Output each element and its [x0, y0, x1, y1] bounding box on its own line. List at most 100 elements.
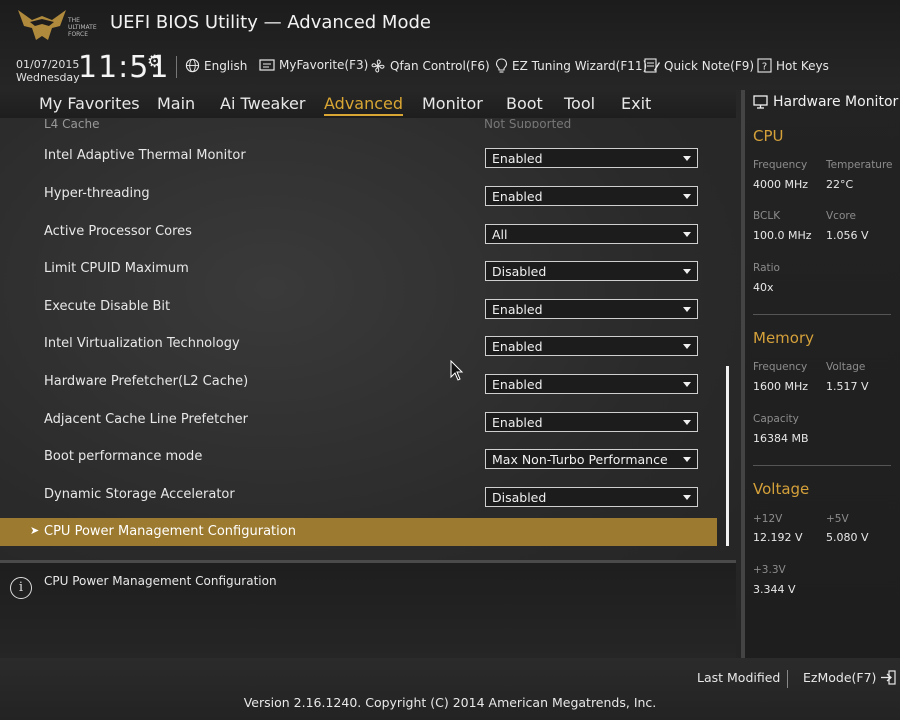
tab-my-favorites[interactable]: My Favorites: [39, 94, 140, 113]
setting-label: Intel Virtualization Technology: [44, 336, 240, 351]
header-bar: THE ULTIMATE FORCE UEFI BIOS Utility — A…: [0, 0, 900, 90]
setting-label: Limit CPUID Maximum: [44, 261, 189, 276]
setting-label: Adjacent Cache Line Prefetcher: [44, 412, 248, 427]
language-button[interactable]: English: [185, 58, 247, 73]
memory-frequency-value: 1600 MHz: [753, 380, 809, 393]
dropdown-value: Enabled: [492, 415, 543, 430]
tab-main[interactable]: Main: [157, 94, 195, 113]
setting-dropdown[interactable]: Enabled: [485, 148, 698, 168]
qfan-control-button[interactable]: Qfan Control(F6): [370, 58, 490, 74]
setting-dropdown[interactable]: Enabled: [485, 186, 698, 206]
app-title: UEFI BIOS Utility — Advanced Mode: [110, 12, 431, 33]
chevron-down-icon: [683, 194, 691, 199]
v12-value: 12.192 V: [753, 531, 803, 544]
fan-icon: [371, 59, 385, 73]
dropdown-value: Disabled: [492, 490, 547, 505]
qfan-label: Qfan Control(F6): [390, 59, 490, 73]
vcore-value: 1.056 V: [826, 229, 869, 242]
dropdown-value: Enabled: [492, 151, 543, 166]
memory-frequency-label: Frequency: [753, 361, 808, 373]
setting-dropdown[interactable]: Disabled: [485, 261, 698, 281]
setting-dropdown[interactable]: Enabled: [485, 336, 698, 356]
last-modified-button[interactable]: Last Modified: [697, 670, 780, 685]
dropdown-value: Max Non-Turbo Performance: [492, 452, 668, 467]
tab-boot[interactable]: Boot: [506, 94, 543, 113]
bclk-label: BCLK: [753, 210, 781, 222]
help-panel: i CPU Power Management Configuration: [0, 560, 736, 661]
v33-value: 3.344 V: [753, 583, 796, 596]
setting-label: Boot performance mode: [44, 449, 203, 464]
info-icon: i: [10, 577, 32, 599]
vcore-label: Vcore: [826, 210, 856, 222]
cpu-temperature-value: 22°C: [826, 178, 854, 191]
hot-keys-button[interactable]: ? Hot Keys: [757, 58, 829, 73]
capacity-label: Capacity: [753, 413, 799, 425]
voltage-heading: Voltage: [753, 480, 810, 498]
section-divider: [753, 465, 891, 466]
ezmode-button[interactable]: EzMode(F7): [803, 670, 897, 685]
hw-title-text: Hardware Monitor: [773, 94, 899, 110]
help-key-icon: ?: [757, 58, 772, 73]
setting-label: Intel Adaptive Thermal Monitor: [44, 148, 246, 163]
tab-ai-tweaker[interactable]: Ai Tweaker: [220, 94, 305, 113]
date-display: 01/07/2015 Wednesday: [16, 58, 80, 84]
setting-dropdown[interactable]: Enabled: [485, 374, 698, 394]
hardware-monitor-title: Hardware Monitor: [753, 94, 898, 110]
svg-text:THE: THE: [67, 17, 80, 24]
clock-settings-gear-icon[interactable]: ⚙: [147, 52, 162, 72]
tab-exit[interactable]: Exit: [621, 94, 651, 113]
myfavorite-label: MyFavorite(F3): [279, 58, 369, 72]
quick-note-label: Quick Note(F9): [664, 58, 755, 73]
version-copyright: Version 2.16.1240. Copyright (C) 2014 Am…: [243, 695, 657, 710]
lightbulb-icon: [495, 58, 508, 73]
dropdown-value: Enabled: [492, 189, 543, 204]
myfavorite-button[interactable]: MyFavorite(F3): [259, 58, 368, 72]
quick-note-button[interactable]: Quick Note(F9): [644, 58, 754, 73]
clipped-row: L4 Cache Not Supported: [0, 118, 720, 128]
ez-tuning-wizard-button[interactable]: EZ Tuning Wizard(F11): [495, 58, 647, 74]
cpu-frequency-value: 4000 MHz: [753, 178, 809, 191]
monitor-icon: [753, 95, 768, 109]
header-divider: [176, 56, 177, 78]
favorite-screen-icon: [259, 59, 275, 71]
setting-label: Dynamic Storage Accelerator: [44, 487, 235, 502]
tab-advanced[interactable]: Advanced: [324, 94, 404, 116]
chevron-down-icon: [683, 156, 691, 161]
dropdown-value: Enabled: [492, 302, 543, 317]
section-divider: [753, 314, 891, 315]
ratio-value: 40x: [753, 281, 774, 294]
svg-text:ULTIMATE: ULTIMATE: [68, 24, 97, 31]
setting-dropdown[interactable]: Enabled: [485, 412, 698, 432]
date-text: 01/07/2015: [16, 58, 80, 71]
setting-dropdown[interactable]: All: [485, 224, 698, 244]
setting-dropdown[interactable]: Disabled: [485, 487, 698, 507]
svg-text:FORCE: FORCE: [68, 31, 88, 38]
setting-dropdown[interactable]: Enabled: [485, 299, 698, 319]
memory-voltage-label: Voltage: [826, 361, 866, 373]
hot-keys-label: Hot Keys: [776, 58, 829, 73]
ezmode-label: EzMode(F7): [803, 670, 877, 685]
tab-tool[interactable]: Tool: [564, 94, 595, 113]
help-text: CPU Power Management Configuration: [44, 574, 277, 588]
v5-label: +5V: [826, 513, 849, 525]
chevron-down-icon: [683, 382, 691, 387]
v12-label: +12V: [753, 513, 783, 525]
cpu-frequency-label: Frequency: [753, 159, 808, 171]
scrollbar-thumb[interactable]: [726, 366, 729, 546]
setting-label: Hardware Prefetcher(L2 Cache): [44, 374, 249, 389]
memory-voltage-value: 1.517 V: [826, 380, 869, 393]
v33-label: +3.3V: [753, 564, 786, 576]
chevron-down-icon: [683, 495, 691, 500]
svg-text:?: ?: [762, 62, 767, 73]
tab-monitor[interactable]: Monitor: [422, 94, 483, 113]
setting-readonly-value: Not Supported: [484, 118, 572, 128]
submenu-cpu-power-management[interactable]: ➤ CPU Power Management Configuration: [0, 518, 717, 546]
chevron-down-icon: [683, 232, 691, 237]
memory-heading: Memory: [753, 329, 815, 347]
chevron-down-icon: [683, 344, 691, 349]
cpu-heading: CPU: [753, 127, 784, 145]
setting-dropdown[interactable]: Max Non-Turbo Performance: [485, 449, 698, 469]
setting-label: L4 Cache: [44, 118, 100, 128]
setting-label: Active Processor Cores: [44, 224, 192, 239]
menu-tabs: My Favorites Main Ai Tweaker Advanced Mo…: [0, 90, 736, 118]
